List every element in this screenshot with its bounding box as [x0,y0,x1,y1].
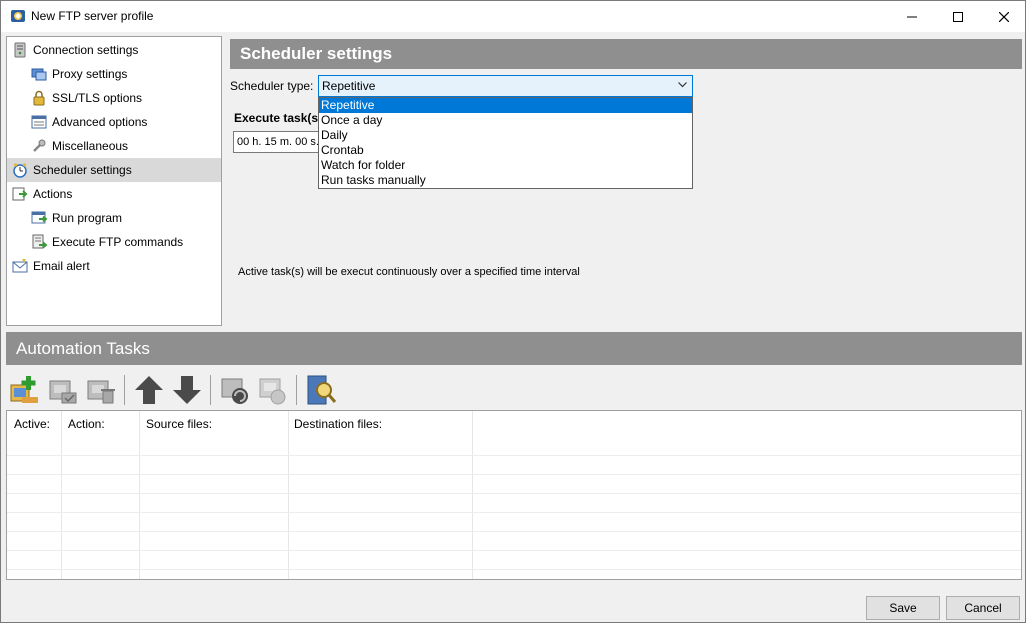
grid-row-line [7,455,1021,456]
preview-search-button[interactable] [304,373,338,407]
window-title: New FTP server profile [31,9,154,23]
interval-duration-value: 00 h. 15 m. 00 s. [237,136,319,148]
tree-item-actions[interactable]: Actions [7,182,221,206]
automation-tasks-grid[interactable]: Active: Action: Source files: Destinatio… [6,410,1022,580]
tree-item-execute-ftp-commands[interactable]: Execute FTP commands [7,230,221,254]
move-down-button[interactable] [170,373,204,407]
scheduler-type-label: Scheduler type: [230,79,314,93]
preview-search-icon [307,375,337,405]
delete-task-button[interactable] [84,373,118,407]
chevron-down-icon [678,82,687,88]
save-button[interactable]: Save [866,596,940,620]
option-repetitive[interactable]: Repetitive [319,98,692,113]
proxy-icon [31,68,47,81]
settings-tree: Connection settings Proxy settings SSL/T… [6,36,222,326]
tree-item-proxy-settings[interactable]: Proxy settings [7,62,221,86]
move-up-icon [135,376,163,404]
move-up-button[interactable] [132,373,166,407]
add-task-icon [10,376,38,403]
tree-item-miscellaneous[interactable]: Miscellaneous [7,134,221,158]
disabled-task-button[interactable] [256,373,290,407]
ftp-commands-icon [32,234,47,249]
close-button[interactable] [981,1,1026,32]
tree-item-label: Scheduler settings [33,163,132,177]
settings-list-icon [31,115,47,129]
tree-item-ssl-tls-options[interactable]: SSL/TLS options [7,86,221,110]
column-divider [139,411,140,579]
toolbar-separator [296,375,297,405]
lock-icon [33,90,45,106]
clock-icon [13,163,27,178]
grid-row-line [7,493,1021,494]
close-icon [999,11,1009,22]
tree-item-advanced-options[interactable]: Advanced options [7,110,221,134]
option-daily[interactable]: Daily [319,128,692,143]
run-program-icon [31,211,47,224]
disabled-task-icon [259,378,286,405]
scheduler-settings-header: Scheduler settings [230,39,1022,69]
email-icon [12,259,28,273]
maximize-icon [953,11,963,22]
column-header-active[interactable]: Active: [7,411,61,438]
cancel-button[interactable]: Cancel [946,596,1020,620]
app-icon [10,8,26,24]
scheduler-description: Active task(s) will be execut continuous… [238,266,580,278]
grid-row-line [7,512,1021,513]
move-down-icon [173,376,201,404]
tree-item-label: Miscellaneous [52,139,129,153]
tree-item-label: Actions [33,187,73,201]
tree-item-label: Advanced options [52,115,148,129]
ftp-profile-window: New FTP server profile Connection settin… [0,0,1026,623]
tree-item-label: Proxy settings [52,67,128,81]
option-watch-for-folder[interactable]: Watch for folder [319,158,692,173]
column-divider [288,411,289,579]
toolbar-separator [210,375,211,405]
tree-item-label: Run program [52,211,123,225]
toolbar-separator [124,375,125,405]
tree-item-label: Execute FTP commands [52,235,184,249]
tree-item-label: Connection settings [33,43,139,57]
refresh-task-icon [221,378,248,404]
scheduler-type-select[interactable]: Repetitive [318,75,693,97]
minimize-icon [907,16,917,17]
grid-row-line [7,550,1021,551]
automation-tasks-header: Automation Tasks [6,332,1022,365]
edit-task-button[interactable] [46,373,80,407]
execute-tasks-label: Execute task(s) [234,111,323,125]
grid-row-line [7,569,1021,570]
tree-item-connection-settings[interactable]: Connection settings [7,38,221,62]
tree-item-email-alert[interactable]: Email alert [7,254,221,278]
minimize-button[interactable] [889,1,935,32]
add-task-button[interactable] [8,373,42,407]
refresh-task-button[interactable] [218,373,252,407]
scheduler-type-value: Repetitive [322,79,376,93]
server-icon [14,42,26,58]
grid-row-line [7,474,1021,475]
maximize-button[interactable] [935,1,981,32]
tree-item-run-program[interactable]: Run program [7,206,221,230]
tree-item-label: Email alert [33,259,90,273]
delete-task-icon [87,380,115,404]
grid-row-line [7,531,1021,532]
automation-toolbar [6,371,1022,409]
column-divider [472,411,473,579]
tree-item-scheduler-settings[interactable]: Scheduler settings [7,158,221,182]
scheduler-type-dropdown: Repetitive Once a day Daily Crontab Watc… [318,97,693,189]
option-crontab[interactable]: Crontab [319,143,692,158]
option-once-a-day[interactable]: Once a day [319,113,692,128]
edit-task-icon [49,380,77,404]
actions-icon [12,187,28,201]
column-header-action[interactable]: Action: [61,411,139,438]
column-divider [61,411,62,579]
interval-duration-field[interactable]: 00 h. 15 m. 00 s. [233,131,323,153]
tools-icon [33,139,46,152]
column-header-destination-files[interactable]: Destination files: [287,411,471,438]
tree-item-label: SSL/TLS options [52,91,143,105]
option-run-tasks-manually[interactable]: Run tasks manually [319,173,692,188]
column-header-source-files[interactable]: Source files: [139,411,287,438]
title-bar: New FTP server profile [1,1,1025,32]
